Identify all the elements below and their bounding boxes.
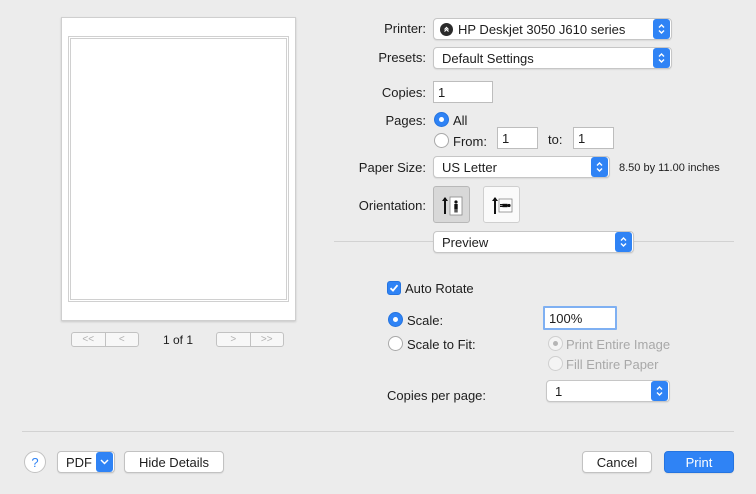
presets-popup[interactable]: Default Settings	[433, 47, 672, 69]
printer-label: Printer:	[384, 21, 426, 36]
checkmark-icon	[389, 284, 399, 292]
hide-details-label: Hide Details	[138, 454, 210, 470]
print-preview-margin	[68, 36, 289, 302]
pages-all-radio[interactable]	[434, 112, 449, 127]
paper-size-label: Paper Size:	[358, 160, 426, 175]
cancel-button[interactable]: Cancel	[582, 451, 652, 473]
pages-from-value: 1	[502, 130, 510, 146]
copies-per-page-label: Copies per page:	[387, 388, 487, 403]
fill-entire-paper-label: Fill Entire Paper	[566, 357, 659, 372]
first-page-button[interactable]: <<	[72, 333, 105, 346]
updown-arrows-icon	[651, 381, 668, 401]
copies-field[interactable]: 1	[433, 81, 493, 103]
pages-from-radio[interactable]	[434, 133, 449, 148]
scale-to-fit-label: Scale to Fit:	[407, 337, 476, 352]
scale-value: 100%	[549, 310, 583, 326]
printer-status-icon	[440, 22, 453, 36]
paper-size-dimensions: 8.50 by 11.00 inches	[619, 162, 720, 174]
auto-rotate-label: Auto Rotate	[405, 281, 474, 296]
section-value: Preview	[442, 234, 489, 250]
hide-details-button[interactable]: Hide Details	[124, 451, 224, 473]
copies-per-page-popup[interactable]: 1	[546, 380, 670, 402]
updown-arrows-icon	[653, 48, 670, 68]
page-indicator: 1 of 1	[162, 333, 194, 347]
scale-field[interactable]: 100%	[543, 306, 617, 330]
print-preview-page	[61, 17, 296, 321]
fill-entire-paper-radio[interactable]	[548, 356, 563, 371]
cancel-label: Cancel	[596, 454, 638, 470]
pages-from-field[interactable]: 1	[497, 127, 538, 149]
chevron-down-icon	[96, 452, 113, 472]
footer-separator	[22, 431, 734, 432]
preview-nav-back-group: << <	[71, 332, 139, 347]
pages-label: Pages:	[385, 113, 426, 128]
print-entire-image-label: Print Entire Image	[566, 337, 671, 352]
section-popup[interactable]: Preview	[433, 231, 634, 253]
paper-size-popup[interactable]: US Letter	[433, 156, 610, 178]
pages-all-label: All	[453, 113, 468, 128]
copies-label: Copies:	[381, 85, 426, 100]
print-label: Print	[685, 454, 713, 470]
help-icon: ?	[31, 454, 39, 470]
printer-value: HP Deskjet 3050 J610 series	[458, 21, 626, 37]
printer-popup[interactable]: HP Deskjet 3050 J610 series	[433, 18, 672, 40]
presets-label: Presets:	[378, 50, 426, 65]
updown-arrows-icon	[591, 157, 608, 177]
portrait-orientation-button[interactable]	[433, 186, 470, 223]
updown-arrows-icon	[653, 19, 670, 39]
scale-label: Scale:	[407, 313, 444, 328]
pages-from-label: From:	[453, 134, 487, 149]
paper-size-value: US Letter	[442, 159, 497, 175]
copies-per-page-value: 1	[555, 383, 563, 399]
pdf-menu-button[interactable]: PDF	[57, 451, 115, 473]
presets-value: Default Settings	[442, 50, 534, 66]
orientation-label: Orientation:	[358, 198, 426, 213]
print-entire-image-radio[interactable]	[548, 336, 563, 351]
preview-nav-forward-group: > >>	[216, 332, 284, 347]
auto-rotate-checkbox[interactable]	[387, 281, 401, 295]
pages-to-field[interactable]: 1	[573, 127, 614, 149]
portrait-orientation-icon	[441, 196, 462, 215]
last-page-button[interactable]: >>	[249, 333, 284, 346]
pages-to-value: 1	[578, 130, 586, 146]
pages-to-label: to:	[548, 132, 563, 147]
copies-value: 1	[438, 84, 446, 100]
previous-page-button[interactable]: <	[104, 333, 139, 346]
print-button[interactable]: Print	[664, 451, 734, 473]
landscape-orientation-icon	[491, 196, 512, 214]
help-button[interactable]: ?	[24, 451, 46, 473]
next-page-button[interactable]: >	[217, 333, 250, 346]
landscape-orientation-button[interactable]	[483, 186, 520, 223]
scale-radio[interactable]	[388, 312, 403, 327]
pdf-label: PDF	[66, 454, 92, 470]
updown-arrows-icon	[615, 232, 632, 252]
scale-to-fit-radio[interactable]	[388, 336, 403, 351]
